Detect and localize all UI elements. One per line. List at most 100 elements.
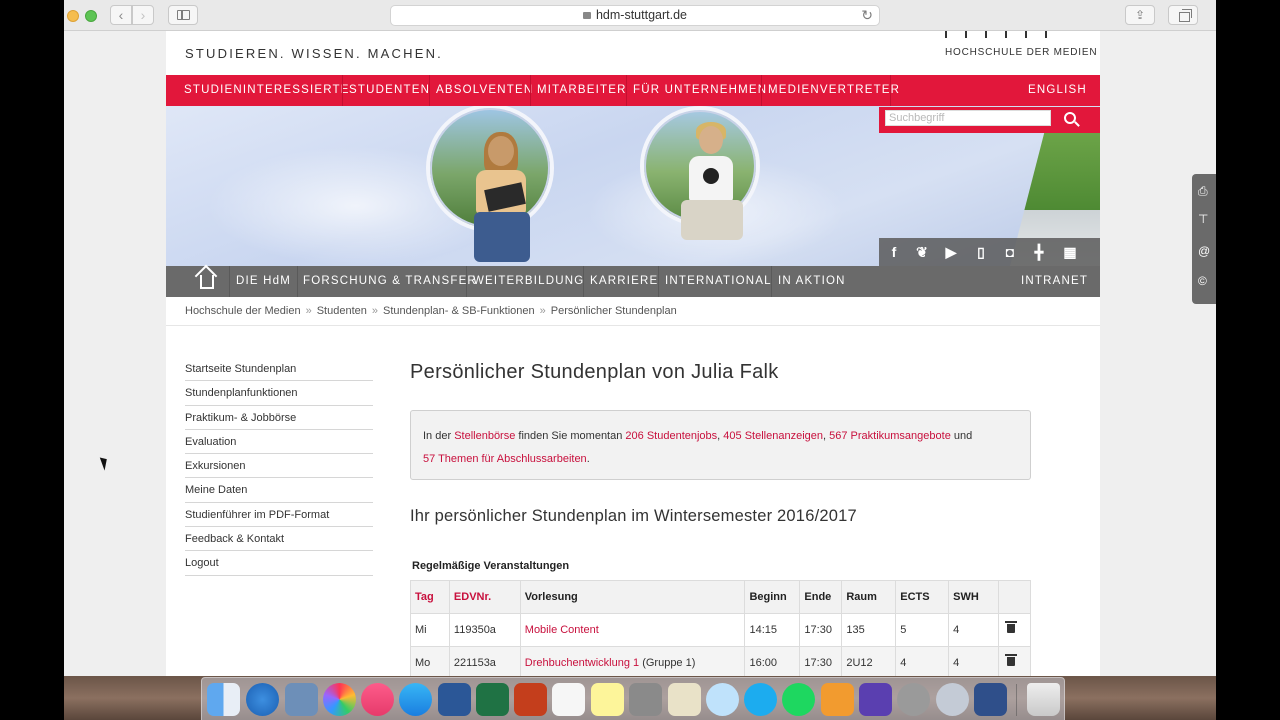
sidebar-item-studienfuehrer[interactable]: Studienführer im PDF-Format <box>185 503 373 528</box>
sidebar-item-stundenplanfunktionen[interactable]: Stundenplanfunktionen <box>185 381 373 406</box>
signpost-icon[interactable]: ╋ <box>1030 244 1048 260</box>
home-icon[interactable] <box>194 266 222 297</box>
sidebar-item-logout[interactable]: Logout <box>185 551 373 576</box>
topnav-item-studieninteressierte[interactable]: STUDIENINTERESSIERTE <box>184 75 350 106</box>
search-icon[interactable] <box>1064 112 1076 124</box>
print-icon[interactable]: ⎙ <box>1198 184 1212 198</box>
stellenanzeigen-link[interactable]: 405 Stellenanzeigen <box>723 430 823 442</box>
breadcrumb-item[interactable]: Studenten <box>317 305 367 317</box>
mainnav-item-weiterbildung[interactable]: WEITERBILDUNG <box>473 266 584 297</box>
zoom-window-button[interactable] <box>85 10 97 22</box>
mainnav-item-in-aktion[interactable]: IN AKTION <box>778 266 846 297</box>
sitemap-icon[interactable]: ⊤ <box>1198 212 1212 226</box>
spotify-icon[interactable] <box>782 683 815 716</box>
topnav-item-absolventen[interactable]: ABSOLVENTEN <box>436 75 533 106</box>
quicktime-icon[interactable] <box>974 683 1007 716</box>
share-button[interactable]: ⇪ <box>1125 5 1155 25</box>
imovie-icon[interactable] <box>859 683 892 716</box>
twitter-icon[interactable]: ❦ <box>913 244 931 260</box>
sidebar-item-feedback[interactable]: Feedback & Kontakt <box>185 527 373 552</box>
page-tools-widget: ⎙ ⊤ @ © <box>1192 174 1216 304</box>
itunes-icon[interactable] <box>361 683 394 716</box>
praktikumsangebote-link[interactable]: 567 Praktikumsangebote <box>829 430 951 442</box>
email-icon[interactable]: @ <box>1198 244 1212 258</box>
column-header-tag[interactable]: Tag <box>410 580 450 614</box>
excel-icon[interactable] <box>476 683 509 716</box>
qr-icon[interactable]: ▦ <box>1061 244 1079 260</box>
shop-icon[interactable]: ◘ <box>1001 244 1019 260</box>
skype-icon[interactable] <box>744 683 777 716</box>
trash-icon[interactable] <box>1027 683 1060 716</box>
cell-swh: 4 <box>948 646 1000 676</box>
sidebar-item-exkursionen[interactable]: Exkursionen <box>185 454 373 479</box>
cell-raum: 2U12 <box>841 646 897 676</box>
trash-icon[interactable] <box>1005 621 1018 633</box>
cell-beginn: 14:15 <box>744 613 801 647</box>
preview-icon[interactable] <box>285 683 318 716</box>
tab-overview-button[interactable] <box>1168 5 1198 25</box>
ibooks-icon[interactable] <box>821 683 854 716</box>
course-link[interactable]: Drehbuchentwicklung 1 <box>525 657 639 669</box>
safari-icon[interactable] <box>246 683 279 716</box>
notes-icon[interactable] <box>591 683 624 716</box>
social-bar: f ❦ ▶ ▯ ◘ ╋ ▦ <box>879 238 1100 266</box>
cell-ende: 17:30 <box>799 646 843 676</box>
topnav-item-unternehmen[interactable]: FÜR UNTERNEHMEN <box>633 75 767 106</box>
word-icon[interactable] <box>438 683 471 716</box>
topnav-item-mitarbeiter[interactable]: MITARBEITER <box>537 75 627 106</box>
sidebar-item-evaluation[interactable]: Evaluation <box>185 430 373 455</box>
language-switch-english[interactable]: ENGLISH <box>1028 75 1087 106</box>
mainnav-item-international[interactable]: INTERNATIONAL <box>665 266 772 297</box>
sidebar-item-startseite[interactable]: Startseite Stundenplan <box>185 357 373 382</box>
cell-swh: 4 <box>948 613 1000 647</box>
messages-icon[interactable] <box>706 683 739 716</box>
sidebar-toggle-button[interactable] <box>168 5 198 25</box>
youtube-icon[interactable]: ▶ <box>942 244 960 260</box>
web-page: STUDIEREN. WISSEN. MACHEN. HOCHSCHULE DE… <box>166 31 1100 676</box>
trash-icon[interactable] <box>1005 654 1018 666</box>
course-link[interactable]: Mobile Content <box>525 624 599 636</box>
app-store-icon[interactable] <box>399 683 432 716</box>
page-title: Persönlicher Stundenplan von Julia Falk <box>410 361 779 383</box>
topnav-item-studenten[interactable]: STUDENTEN <box>349 75 430 106</box>
cell-vorlesung: Drehbuchentwicklung 1 (Gruppe 1) <box>519 646 746 676</box>
breadcrumb-item[interactable]: Hochschule der Medien <box>185 305 301 317</box>
stellenboerse-link[interactable]: Stellenbörse <box>454 430 515 442</box>
preview-app-icon[interactable] <box>668 683 701 716</box>
back-button[interactable]: ‹ <box>110 5 132 25</box>
address-bar[interactable]: hdm-stuttgart.de ↻ <box>390 5 880 26</box>
minimize-window-button[interactable] <box>67 10 79 22</box>
breadcrumb-item[interactable]: Stundenplan- & SB-Funktionen <box>383 305 535 317</box>
mainnav-item-karriere[interactable]: KARRIERE <box>590 266 658 297</box>
intranet-link[interactable]: INTRANET <box>1021 266 1088 297</box>
reload-icon[interactable]: ↻ <box>861 6 873 25</box>
column-header-beginn: Beginn <box>744 580 801 614</box>
logo-mark <box>945 31 1065 39</box>
search-input[interactable] <box>885 110 1051 126</box>
facebook-icon[interactable]: f <box>885 244 903 260</box>
sidebar-item-jobboerse[interactable]: Praktikum- & Jobbörse <box>185 406 373 430</box>
forward-button[interactable]: › <box>132 5 154 25</box>
column-header-edvnr[interactable]: EDVNr. <box>448 580 521 614</box>
mainnav-item-forschung[interactable]: FORSCHUNG & TRANSFER <box>303 266 477 297</box>
student-photo-woman <box>466 132 536 266</box>
studentenjobs-link[interactable]: 206 Studentenjobs <box>625 430 717 442</box>
photos-icon[interactable] <box>323 683 356 716</box>
finder-icon[interactable] <box>207 683 240 716</box>
column-header-actions <box>998 580 1031 614</box>
calendar-icon[interactable] <box>552 683 585 716</box>
column-header-raum: Raum <box>841 580 897 614</box>
abschlussarbeiten-link[interactable]: 57 Themen für Abschlussarbeiten <box>423 453 587 465</box>
calculator-icon[interactable] <box>629 683 662 716</box>
column-header-vorlesung: Vorlesung <box>519 580 746 614</box>
mainnav-item-die-hdm[interactable]: DIE HdM <box>236 266 291 297</box>
topnav-item-medienvertreter[interactable]: MEDIENVERTRETER <box>768 75 900 106</box>
launchpad-icon[interactable] <box>936 683 969 716</box>
site-logo[interactable]: HOCHSCHULE DER MEDIEN <box>945 47 1097 58</box>
system-preferences-icon[interactable] <box>897 683 930 716</box>
mobile-icon[interactable]: ▯ <box>972 244 990 260</box>
copyright-icon[interactable]: © <box>1198 274 1212 288</box>
powerpoint-icon[interactable] <box>514 683 547 716</box>
column-header-ects: ECTS <box>895 580 950 614</box>
sidebar-item-meine-daten[interactable]: Meine Daten <box>185 478 373 503</box>
